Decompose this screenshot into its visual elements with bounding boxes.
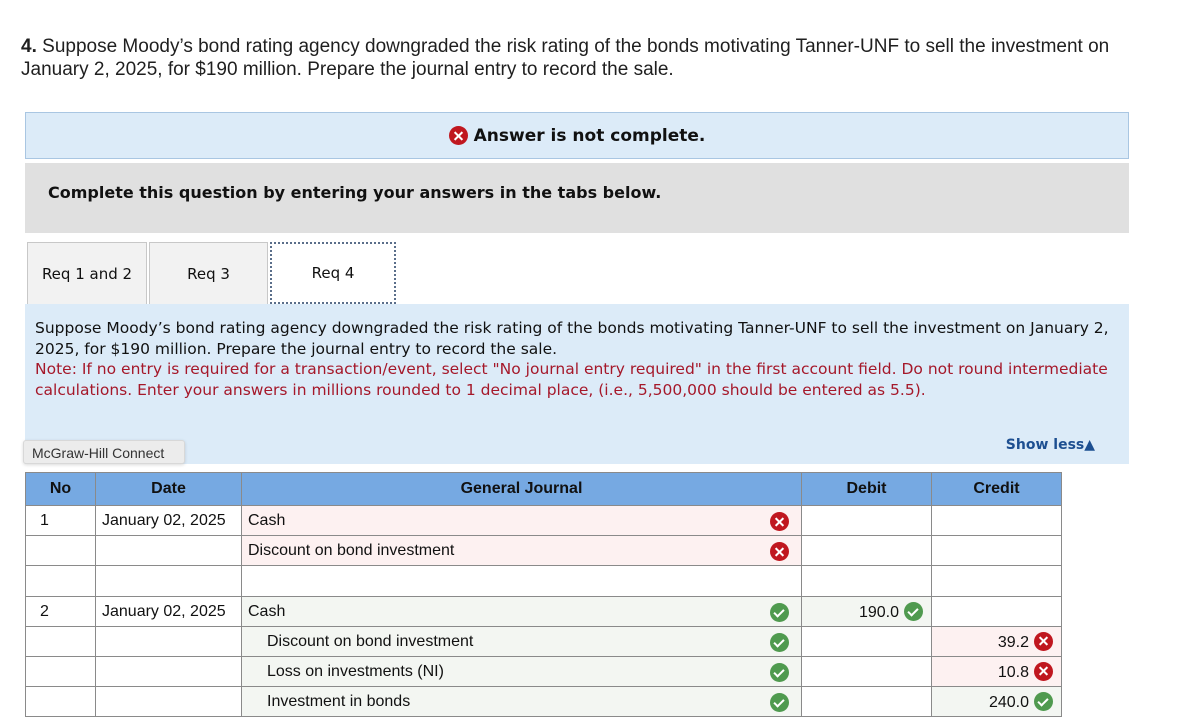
instruction-bar: Complete this question by entering your …: [25, 163, 1129, 233]
account-field[interactable]: Cash: [241, 505, 802, 536]
credit-value[interactable]: 240.0: [989, 694, 1029, 711]
journal-row: Investment in bonds 240.0: [25, 686, 1062, 717]
incorrect-x-icon: [1034, 631, 1053, 651]
account-field[interactable]: Investment in bonds: [241, 686, 802, 717]
account-name[interactable]: Discount on bond investment: [248, 542, 454, 559]
correct-check-icon: [1034, 691, 1053, 711]
answer-status-banner: Answer is not complete.: [25, 112, 1129, 159]
correct-check-icon: [770, 663, 789, 682]
credit-field[interactable]: 39.2: [931, 626, 1062, 657]
debit-field[interactable]: [801, 565, 932, 597]
account-field[interactable]: Loss on investments (NI): [241, 656, 802, 687]
account-name[interactable]: Cash: [248, 603, 285, 620]
journal-row: 1 January 02, 2025 Cash: [25, 505, 1062, 536]
tab-req-4[interactable]: Req 4: [270, 242, 396, 304]
x-circle-icon: [448, 126, 468, 145]
journal-row: Discount on bond investment 39.2: [25, 626, 1062, 657]
requirement-tabs: Req 1 and 2 Req 3 Req 4: [27, 242, 398, 304]
incorrect-x-icon: [1034, 661, 1053, 681]
journal-header-row: No Date General Journal Debit Credit: [25, 472, 1062, 506]
account-field[interactable]: [241, 565, 802, 597]
credit-value[interactable]: 39.2: [998, 634, 1029, 651]
account-name[interactable]: Loss on investments (NI): [248, 663, 444, 680]
header-general-journal: General Journal: [241, 472, 802, 506]
credit-field[interactable]: [931, 596, 1062, 627]
header-date: Date: [95, 472, 242, 506]
correct-check-icon: [770, 603, 789, 622]
general-journal-table: No Date General Journal Debit Credit 1 Ja…: [25, 472, 1062, 717]
entry-number-cell: 1: [25, 505, 96, 536]
debit-field[interactable]: [801, 505, 932, 536]
question-text: 4. Suppose Moody’s bond rating agency do…: [21, 35, 1200, 81]
credit-field[interactable]: [931, 505, 1062, 536]
incorrect-x-icon: [770, 512, 789, 531]
tab-req-3[interactable]: Req 3: [149, 242, 268, 304]
credit-value[interactable]: 10.8: [998, 664, 1029, 681]
account-field[interactable]: Discount on bond investment: [241, 626, 802, 657]
journal-row: [25, 565, 1062, 597]
account-field[interactable]: Cash: [241, 596, 802, 627]
account-name[interactable]: Discount on bond investment: [248, 633, 473, 650]
journal-row: Loss on investments (NI) 10.8: [25, 656, 1062, 687]
credit-field[interactable]: 10.8: [931, 656, 1062, 687]
date-cell[interactable]: [95, 686, 242, 717]
journal-row: 2 January 02, 2025 Cash 190.0: [25, 596, 1062, 627]
tooltip: McGraw-Hill Connect: [23, 440, 185, 464]
correct-check-icon: [904, 601, 923, 621]
date-value[interactable]: January 02, 2025: [102, 512, 226, 529]
requirement-prompt: Suppose Moody’s bond rating agency downg…: [35, 319, 1109, 358]
incorrect-x-icon: [770, 542, 789, 561]
tab-req-1-and-2[interactable]: Req 1 and 2: [27, 242, 147, 304]
requirement-note: Note: If no entry is required for a tran…: [35, 360, 1108, 399]
date-value[interactable]: January 02, 2025: [102, 603, 226, 620]
show-less-link[interactable]: Show less▲: [1006, 435, 1095, 456]
debit-value[interactable]: 190.0: [859, 604, 899, 621]
debit-field[interactable]: 190.0: [801, 596, 932, 627]
entry-number-cell: [25, 656, 96, 687]
date-cell[interactable]: [95, 565, 242, 597]
question-number: 4.: [21, 36, 37, 57]
credit-field[interactable]: [931, 535, 1062, 566]
account-name[interactable]: Cash: [248, 512, 285, 529]
instruction-text: Complete this question by entering your …: [48, 183, 662, 202]
debit-field[interactable]: [801, 535, 932, 566]
header-debit: Debit: [801, 472, 932, 506]
header-no: No: [25, 472, 96, 506]
header-credit: Credit: [931, 472, 1062, 506]
question-line-2: January 2, 2025, for $190 million. Prepa…: [21, 59, 674, 80]
entry-number: 1: [40, 511, 49, 529]
account-field[interactable]: Discount on bond investment: [241, 535, 802, 566]
debit-field[interactable]: [801, 686, 932, 717]
date-cell[interactable]: [95, 535, 242, 566]
tab-panel-req-4: Suppose Moody’s bond rating agency downg…: [25, 304, 1129, 464]
entry-number-cell: [25, 535, 96, 566]
credit-field[interactable]: [931, 565, 1062, 597]
correct-check-icon: [770, 693, 789, 712]
date-cell[interactable]: [95, 656, 242, 687]
date-cell[interactable]: [95, 626, 242, 657]
entry-number-cell: [25, 565, 96, 597]
date-cell[interactable]: January 02, 2025: [95, 596, 242, 627]
entry-number-cell: 2: [25, 596, 96, 627]
correct-check-icon: [770, 633, 789, 652]
debit-field[interactable]: [801, 656, 932, 687]
date-cell[interactable]: January 02, 2025: [95, 505, 242, 536]
credit-field[interactable]: 240.0: [931, 686, 1062, 717]
account-name[interactable]: Investment in bonds: [248, 693, 410, 710]
entry-number-cell: [25, 686, 96, 717]
entry-number-cell: [25, 626, 96, 657]
debit-field[interactable]: [801, 626, 932, 657]
entry-number: 2: [40, 602, 49, 620]
answer-status-text: Answer is not complete.: [473, 125, 706, 146]
journal-row: Discount on bond investment: [25, 535, 1062, 566]
question-line-1: 4. Suppose Moody’s bond rating agency do…: [21, 36, 1110, 57]
